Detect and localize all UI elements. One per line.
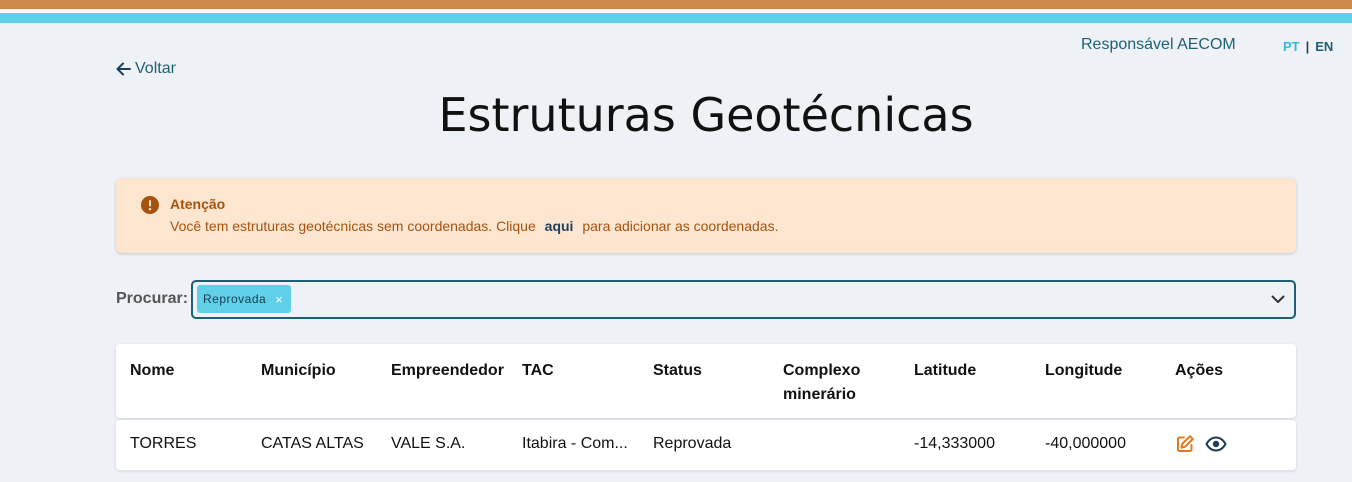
alert-message-after: para adicionar as coordenadas. <box>582 218 779 234</box>
arrow-left-icon <box>116 62 131 76</box>
page-title: Estruturas Geotécnicas <box>438 88 974 142</box>
filter-chip-label: Reprovada <box>203 292 267 306</box>
top-stripe-orange <box>0 0 1352 9</box>
cell-tac: Itabira - Com... <box>522 435 628 452</box>
alert-add-coordinates-link[interactable]: aqui <box>545 218 574 234</box>
table-row: TORRES CATAS ALTAS VALE S.A. Itabira - C… <box>116 420 1296 470</box>
language-switcher: PT | EN <box>1283 39 1333 54</box>
view-button[interactable] <box>1205 436 1227 452</box>
search-label: Procurar: <box>116 290 189 307</box>
filter-chip: Reprovada × <box>197 285 292 313</box>
edit-icon <box>1177 435 1194 452</box>
lang-separator: | <box>1305 39 1310 54</box>
column-header-nome[interactable]: Nome <box>130 359 250 383</box>
alert-message: Você tem estruturas geotécnicas sem coor… <box>170 218 778 234</box>
column-header-tac[interactable]: TAC <box>522 359 642 383</box>
search-multiselect[interactable]: Reprovada × <box>191 280 1296 319</box>
warning-alert: Atenção Você tem estruturas geotécnicas … <box>116 178 1296 253</box>
exclamation-circle-icon <box>141 196 159 214</box>
lang-pt-link[interactable]: PT <box>1283 39 1300 54</box>
column-header-municipio[interactable]: Município <box>261 359 381 383</box>
cell-status: Reprovada <box>653 435 732 452</box>
column-header-acoes: Ações <box>1175 362 1224 379</box>
column-header-latitude[interactable]: Latitude <box>914 359 1034 383</box>
column-header-status[interactable]: Status <box>653 359 773 383</box>
column-header-longitude[interactable]: Longitude <box>1045 359 1165 383</box>
alert-message-before: Você tem estruturas geotécnicas sem coor… <box>170 218 536 234</box>
row-actions <box>1175 434 1227 454</box>
alert-title: Atenção <box>170 196 226 212</box>
eye-icon <box>1205 436 1227 452</box>
column-header-complexo[interactable]: Complexo minerário <box>783 359 878 407</box>
user-name: Responsável AECOM <box>1081 36 1236 53</box>
back-link[interactable]: Voltar <box>116 60 176 78</box>
edit-button[interactable] <box>1175 434 1195 454</box>
column-header-empreendedor[interactable]: Empreendedor <box>391 359 511 383</box>
cell-longitude: -40,000000 <box>1045 435 1126 452</box>
cell-empreendedor: VALE S.A. <box>391 435 466 452</box>
table-header: Nome Município Empreendedor TAC Status C… <box>116 344 1296 418</box>
cell-nome: TORRES <box>130 435 197 452</box>
cell-latitude: -14,333000 <box>914 435 995 452</box>
back-label: Voltar <box>135 60 176 77</box>
top-stripe-blue <box>0 13 1352 23</box>
cell-municipio: CATAS ALTAS <box>261 435 364 452</box>
chip-remove-icon[interactable]: × <box>275 292 283 307</box>
chevron-down-icon[interactable] <box>1270 291 1286 307</box>
lang-en-link[interactable]: EN <box>1315 39 1333 54</box>
